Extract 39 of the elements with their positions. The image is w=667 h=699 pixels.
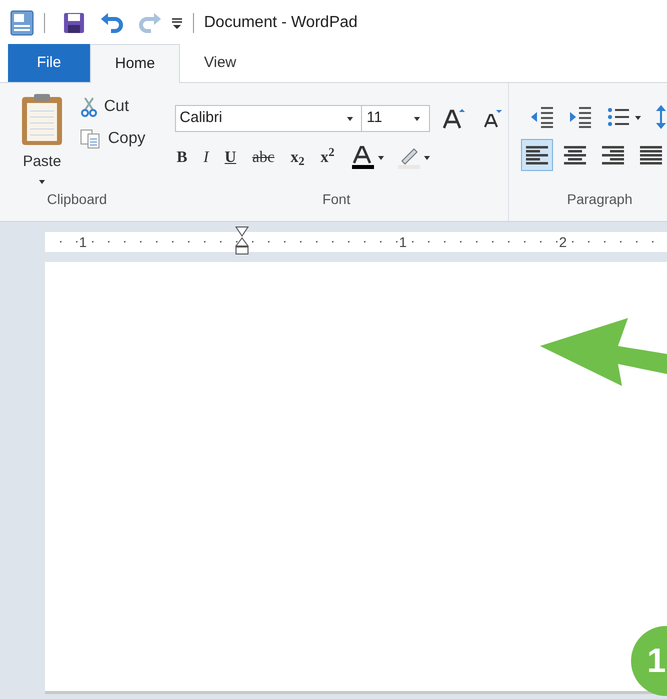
copy-button[interactable]: Copy [80, 127, 146, 151]
scissors-icon [80, 97, 98, 117]
cut-button[interactable]: Cut [80, 95, 146, 119]
save-icon[interactable] [63, 12, 85, 34]
caret-icon [414, 116, 420, 120]
paste-button[interactable]: Paste [14, 93, 70, 189]
undo-icon[interactable] [101, 12, 123, 32]
italic-button[interactable]: I [203, 146, 209, 170]
arrow-icon [540, 318, 667, 386]
align-left-button[interactable] [521, 139, 553, 171]
group-label: Font [321, 190, 352, 209]
group-label: Paragraph [566, 190, 634, 209]
copy-icon [80, 129, 102, 149]
bullet-list-icon[interactable] [607, 107, 641, 127]
underline-button[interactable]: U [224, 146, 236, 170]
shrink-font-icon[interactable] [482, 108, 502, 128]
window-title: Document - WordPad [204, 12, 358, 32]
document-app-icon[interactable] [10, 10, 34, 36]
bold-button[interactable]: B [176, 146, 188, 170]
indent-marker-icon[interactable] [235, 226, 249, 256]
caret-icon [39, 180, 45, 184]
customize-menu-icon[interactable] [171, 16, 183, 28]
line-spacing-icon[interactable] [655, 105, 667, 129]
strike-button[interactable]: abc [252, 146, 274, 170]
font-size-field[interactable]: 11 [362, 105, 430, 132]
text-color-icon[interactable] [350, 146, 386, 170]
ribbon-tab[interactable]: Home [90, 44, 180, 83]
file-menu-tab[interactable]: File [8, 44, 90, 82]
sup-button[interactable]: x$^{2}$ [320, 146, 334, 170]
group-label: Clipboard [46, 190, 108, 209]
highlighter-icon[interactable] [396, 146, 432, 170]
caret-icon [346, 116, 353, 120]
font-name-field[interactable]: Calibri [174, 105, 362, 132]
decrease-indent-icon[interactable] [531, 106, 555, 128]
grow-font-icon[interactable] [442, 108, 466, 130]
clipboard-icon [20, 93, 64, 147]
ribbon-tab[interactable]: View [180, 44, 260, 82]
increase-indent-icon[interactable] [569, 106, 593, 128]
sub-button[interactable]: x$_{2}$ [290, 146, 304, 170]
